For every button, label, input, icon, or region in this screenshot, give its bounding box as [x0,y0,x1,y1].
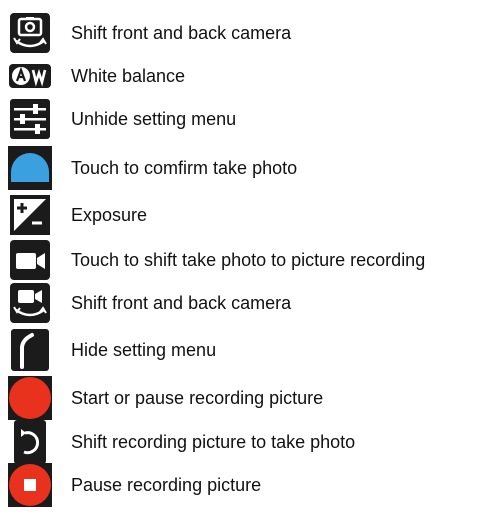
shutter-button-icon [8,146,52,190]
legend-row: Pause recording picture [0,463,495,507]
legend-row: Touch to shift take photo to picture rec… [0,238,495,282]
legend-label: Touch to comfirm take photo [71,158,298,178]
video-camera-icon [8,238,52,282]
legend-row: White balance [0,54,495,98]
legend-row: Hide setting menu [0,328,495,372]
legend-row: Shift recording picture to take photo [0,420,495,464]
legend-label: Hide setting menu [71,340,217,360]
settings-sliders-icon [8,97,52,141]
legend-label: Shift recording picture to take photo [71,432,356,452]
legend-label: White balance [71,66,186,86]
legend-row: Shift front and back camera [0,281,495,325]
legend-row: Shift front and back camera [0,11,495,55]
legend-label: Touch to shift take photo to picture rec… [71,250,426,270]
white-balance-icon [8,54,52,98]
record-button-icon [8,376,52,420]
exposure-icon [8,193,52,237]
switch-to-photo-icon [8,420,52,464]
legend-row: Unhide setting menu [0,97,495,141]
legend-row: Exposure [0,193,495,237]
camera-controls-legend: Shift front and back camera White balanc… [0,0,495,512]
legend-label: Start or pause recording picture [71,388,324,408]
legend-label: Shift front and back camera [71,293,292,313]
legend-label: Pause recording picture [71,475,262,495]
stop-recording-icon [8,463,52,507]
legend-label: Shift front and back camera [71,23,292,43]
legend-row: Touch to comfirm take photo [0,146,495,190]
switch-camera-icon [8,11,52,55]
legend-row: Start or pause recording picture [0,376,495,420]
legend-label: Unhide setting menu [71,109,237,129]
collapse-menu-icon [8,328,52,372]
switch-camera-video-icon [8,281,52,325]
legend-label: Exposure [71,205,148,225]
